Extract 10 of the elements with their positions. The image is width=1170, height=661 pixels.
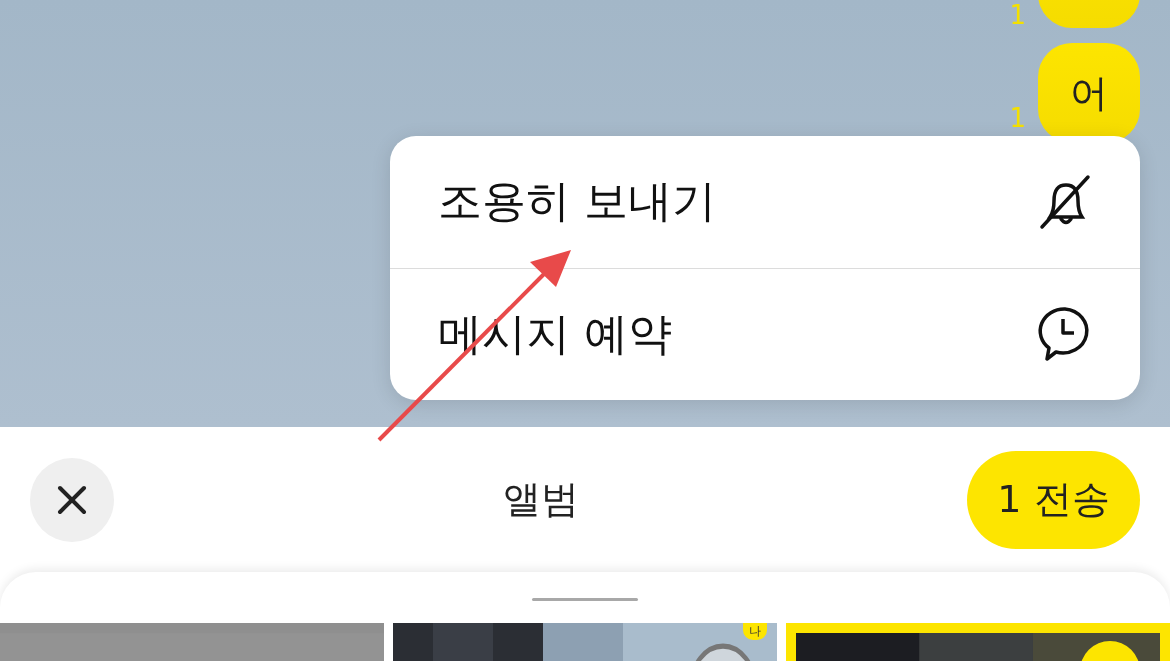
menu-item[interactable]: 조용히 보내기	[390, 136, 1140, 268]
selected-photo-frame[interactable]	[786, 622, 1170, 661]
unread-count: 1	[1009, 2, 1026, 28]
message-text: 어	[1070, 69, 1108, 117]
drag-handle[interactable]	[532, 598, 638, 601]
send-button[interactable]: 1 전송	[967, 450, 1140, 549]
close-icon	[57, 484, 87, 515]
name-badge: 나	[743, 622, 767, 640]
unread-count: 1	[1009, 105, 1026, 131]
album-title: 앨범	[502, 476, 579, 523]
